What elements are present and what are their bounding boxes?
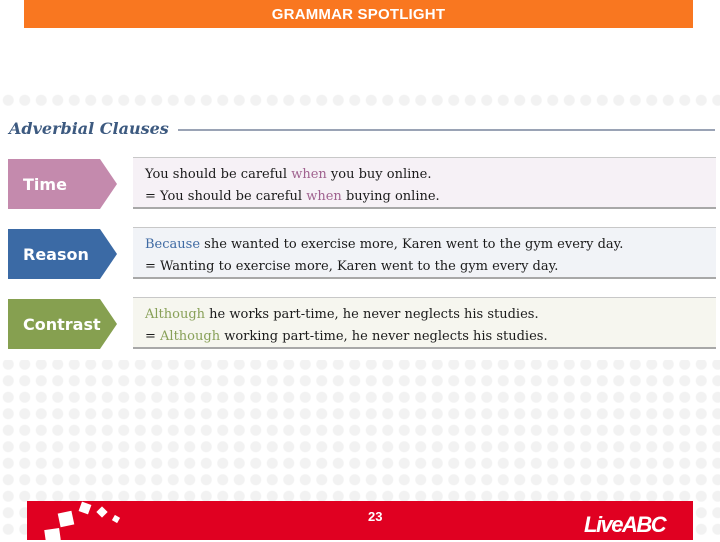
example-sentence: Because she wanted to exercise more, Kar… <box>145 234 716 256</box>
section-heading: Adverbial Clauses <box>9 116 715 140</box>
banner-title: GRAMMAR SPOTLIGHT <box>271 5 446 23</box>
title-divider <box>177 129 715 131</box>
example-rewrite: = Although working part-time, he never n… <box>145 326 716 348</box>
sentence-text: You should be careful <box>145 167 292 182</box>
section-title: Adverbial Clauses <box>9 118 169 138</box>
example-sentence: You should be careful when you buy onlin… <box>145 164 716 186</box>
decorative-square-icon <box>57 510 75 528</box>
sentence-text: she wanted to exercise more, Karen went … <box>200 237 624 252</box>
tag-contrast: Contrast <box>8 299 117 349</box>
row-contrast: Contrast Although he works part-time, he… <box>8 297 716 349</box>
sentence-text: = Wanting to exercise more, Karen went t… <box>145 259 559 274</box>
keyword: when <box>291 167 327 182</box>
grammar-spotlight-banner: GRAMMAR SPOTLIGHT <box>24 0 693 28</box>
example-sentence: Although he works part-time, he never ne… <box>145 304 716 326</box>
page-number: 23 <box>368 509 383 524</box>
keyword: when <box>306 189 342 204</box>
row-reason: Reason Because she wanted to exercise mo… <box>8 227 716 279</box>
tag-label: Reason <box>23 244 89 264</box>
decorative-square-icon <box>96 506 108 518</box>
footer-bar: 23 LiveABC <box>27 501 693 542</box>
sentence-text: working part-time, he never neglects his… <box>220 329 548 344</box>
keyword: Because <box>145 237 201 252</box>
keyword: Although <box>160 329 221 344</box>
sentence-text: = <box>145 329 161 344</box>
sentence-text: = You should be careful <box>145 189 307 204</box>
example-box-reason: Because she wanted to exercise more, Kar… <box>133 227 716 279</box>
sentence-text: you buy online. <box>326 167 432 182</box>
tag-time: Time <box>8 159 117 209</box>
example-box-contrast: Although he works part-time, he never ne… <box>133 297 716 349</box>
row-time: Time You should be careful when you buy … <box>8 157 716 209</box>
decorative-square-icon <box>111 514 121 524</box>
sentence-text: buying online. <box>341 189 440 204</box>
liveabc-logo: LiveABC <box>584 512 667 537</box>
tag-label: Time <box>23 174 67 194</box>
decorative-square-icon <box>78 501 92 515</box>
tag-reason: Reason <box>8 229 117 279</box>
tag-label: Contrast <box>23 314 101 334</box>
example-rewrite: = Wanting to exercise more, Karen went t… <box>145 256 716 278</box>
example-box-time: You should be careful when you buy onlin… <box>133 157 716 209</box>
sentence-text: he works part-time, he never neglects hi… <box>205 307 539 322</box>
keyword: Although <box>145 307 206 322</box>
example-rewrite: = You should be careful when buying onli… <box>145 186 716 208</box>
